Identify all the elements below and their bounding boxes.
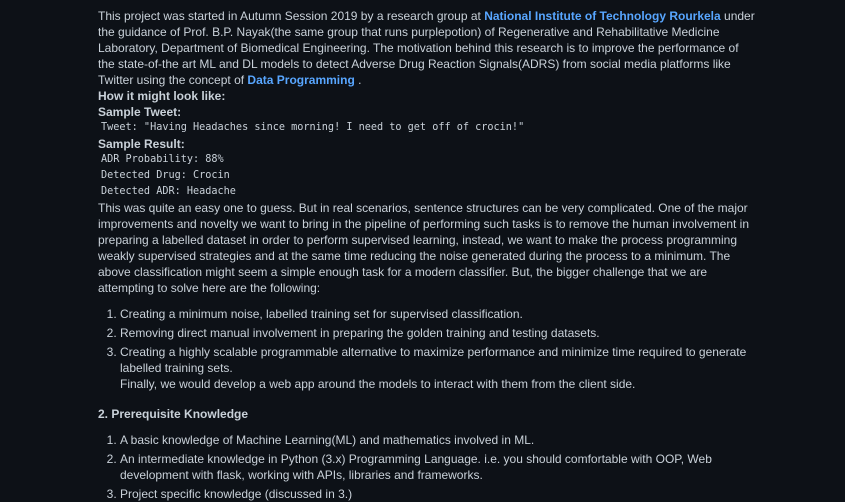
challenge-item: Creating a minimum noise, labelled train… — [120, 306, 758, 322]
sample-result-code: ADR Probability: 88% Detected Drug: Croc… — [98, 152, 758, 200]
sample-result-label: Sample Result: — [98, 137, 185, 151]
prereq-item: Project specific knowledge (discussed in… — [120, 486, 758, 502]
intro-text-3: . — [354, 73, 362, 87]
challenge-item: Removing direct manual involvement in pr… — [120, 325, 758, 341]
prereq-item: An intermediate knowledge in Python (3.x… — [120, 451, 758, 483]
prereq-item: A basic knowledge of Machine Learning(ML… — [120, 432, 758, 448]
challenge-item: Creating a highly scalable programmable … — [120, 344, 758, 392]
challenge-paragraph: This was quite an easy one to guess. But… — [98, 201, 749, 295]
challenges-list: Creating a minimum noise, labelled train… — [98, 306, 758, 392]
data-programming-link[interactable]: Data Programming — [247, 73, 354, 87]
result-line-detected-adr: Detected ADR: Headache — [101, 186, 236, 197]
readme-page: This project was started in Autumn Sessi… — [0, 0, 845, 501]
intro-text-1: This project was started in Autumn Sessi… — [98, 9, 485, 23]
finally-text: Finally, we would develop a web app arou… — [120, 377, 636, 391]
readme-content: This project was started in Autumn Sessi… — [98, 8, 758, 502]
section-2-heading: 2. Prerequisite Knowledge — [98, 407, 249, 421]
result-line-detected-drug: Detected Drug: Crocin — [101, 170, 230, 181]
how-label: How it might look like: — [98, 89, 226, 103]
intro-paragraph: This project was started in Autumn Sessi… — [98, 8, 758, 88]
sample-tweet-code: Tweet: "Having Headaches since morning! … — [101, 122, 525, 133]
result-line-adr-probability: ADR Probability: 88% — [101, 154, 224, 165]
sample-tweet-label: Sample Tweet: — [98, 105, 182, 119]
nit-rourkela-link[interactable]: National Institute of Technology Rourkel… — [484, 9, 720, 23]
prerequisites-list: A basic knowledge of Machine Learning(ML… — [98, 432, 758, 502]
